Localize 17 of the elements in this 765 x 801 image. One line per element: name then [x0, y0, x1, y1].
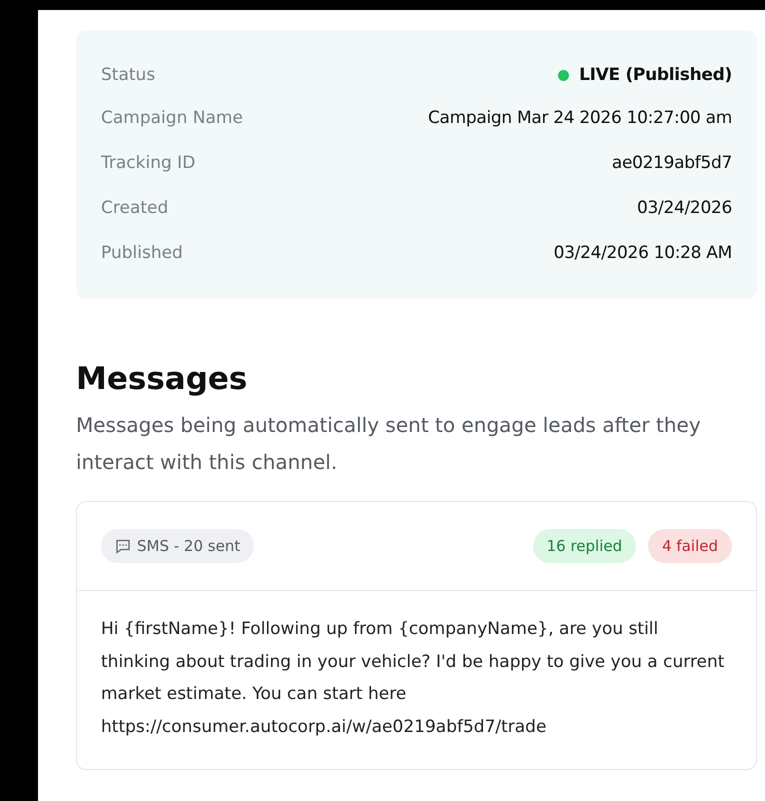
- failed-badge: 4 failed: [648, 529, 732, 563]
- detail-label: Published: [101, 242, 183, 262]
- detail-label: Tracking ID: [101, 152, 196, 172]
- message-text: Hi {firstName}! Following up from {companyName}, are you still thinking about trading in your vehicle? I'd be happy to give you a current market estimate. You can start here https://consumer.autocorp.ai/w/ae0219abf5d7/trade: [100, 618, 726, 738]
- detail-value: 03/24/2026 10:28 AM: [554, 242, 732, 262]
- detail-value: 03/24/2026: [637, 198, 732, 218]
- detail-value: Campaign Mar 24 2026 10:27:00 am: [428, 108, 732, 128]
- detail-label: Campaign Name: [101, 108, 243, 128]
- detail-value: ae0219abf5d7: [612, 152, 732, 172]
- chat-icon: [115, 538, 131, 554]
- detail-label: Status: [101, 65, 156, 85]
- channel-badge: SMS - 20 sent: [101, 529, 254, 563]
- section-description: Messages being automatically sent to engage leads after they interact with this channel.: [76, 412, 702, 476]
- detail-label: Created: [101, 198, 168, 218]
- replied-badge: 16 replied: [532, 529, 636, 563]
- status-value: LIVE (Published): [579, 65, 732, 85]
- section-title: Messages: [76, 361, 248, 397]
